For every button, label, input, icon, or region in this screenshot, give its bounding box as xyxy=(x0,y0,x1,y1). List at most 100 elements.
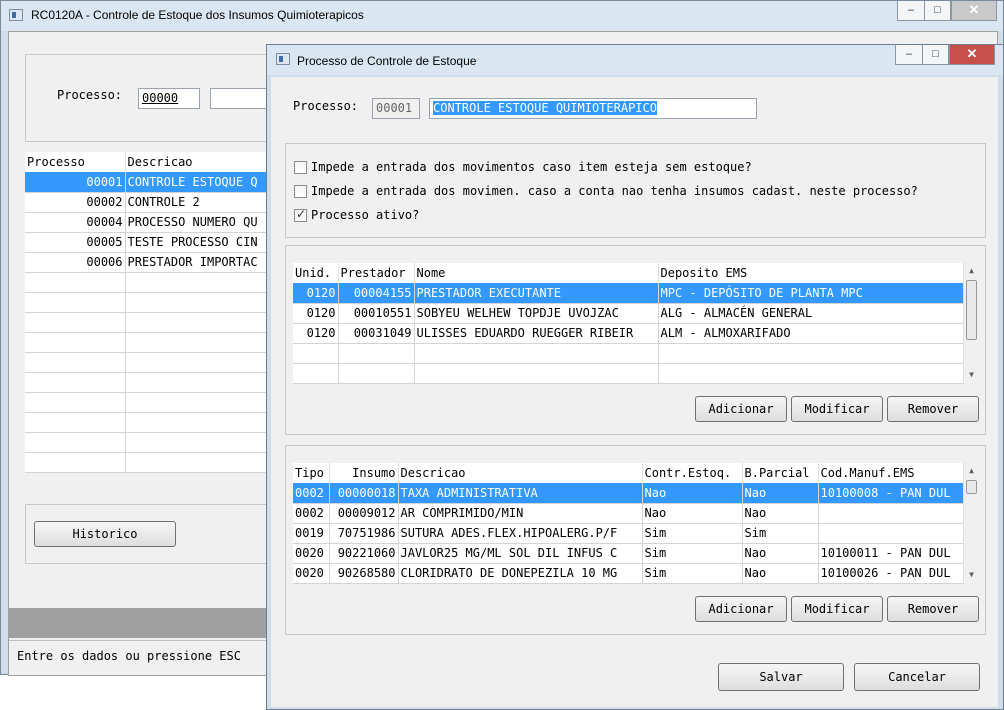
col-insumo[interactable]: Insumo xyxy=(329,463,399,483)
insumos-scrollbar[interactable]: ▲ ▼ xyxy=(963,463,979,583)
col-processo[interactable]: Processo xyxy=(25,152,126,172)
cell-tipo: 0002 xyxy=(293,483,330,504)
maximize-icon[interactable]: □ xyxy=(924,1,951,21)
cell-bparcial: Nao xyxy=(742,483,819,504)
prestadores-table[interactable]: Unid. Prestador Nome Deposito EMS 0120 00… xyxy=(293,263,964,384)
checkbox-processo-ativo[interactable] xyxy=(294,207,307,222)
cell-cod xyxy=(818,523,964,544)
table-row[interactable]: 00001 CONTROLE ESTOQUE Q xyxy=(25,172,278,193)
col-b-parcial[interactable]: B.Parcial xyxy=(742,463,819,483)
arrow-up-icon[interactable]: ▲ xyxy=(964,463,979,479)
save-button[interactable]: Salvar xyxy=(718,663,844,691)
minimize-icon[interactable]: – xyxy=(897,1,925,21)
table-row[interactable]: 0120 00031049 ULISSES EDUARDO RUEGGER RIBE… xyxy=(293,323,964,344)
prestadores-remove-button[interactable]: Remover xyxy=(887,396,979,422)
table-row-empty[interactable] xyxy=(25,452,278,473)
col-nome[interactable]: Nome xyxy=(414,263,659,283)
main-titlebar: RC0120A - Controle de Estoque dos Insumo… xyxy=(1,1,1003,31)
historico-button[interactable]: Historico xyxy=(34,521,176,547)
col-contr-estoq[interactable]: Contr.Estoq. xyxy=(642,463,743,483)
cell-prestador: 00004155 xyxy=(338,283,415,304)
checkbox-insumos-cadast[interactable] xyxy=(294,185,307,198)
cell-cod: 10100011 - PAN DUL xyxy=(818,543,964,564)
dialog-title: Processo de Controle de Estoque xyxy=(297,54,477,68)
table-row[interactable]: 0120 00010551 SOBYEU WELHEW TOPDJE UVOJZAC… xyxy=(293,303,964,324)
window-icon xyxy=(9,9,23,21)
options-group: Impede a entrada dos movimentos caso ite… xyxy=(285,143,986,238)
cell-unid: 0120 xyxy=(293,303,339,324)
col-descricao[interactable]: Descricao xyxy=(398,463,643,483)
table-row[interactable]: 0002 00009012 AR COMPRIMIDO/MIN Nao Nao xyxy=(293,503,964,524)
cell-unid: 0120 xyxy=(293,323,339,344)
cell-descricao: TAXA ADMINISTRATIVA xyxy=(398,483,643,504)
prestadores-modify-button[interactable]: Modificar xyxy=(791,396,883,422)
table-row-empty[interactable] xyxy=(25,372,278,393)
table-row[interactable]: 00005 TESTE PROCESSO CIN xyxy=(25,232,278,253)
insumos-modify-button[interactable]: Modificar xyxy=(791,596,883,622)
cell-bparcial: Sim xyxy=(742,523,819,544)
col-prestador[interactable]: Prestador xyxy=(338,263,415,283)
cell-tipo: 0020 xyxy=(293,563,330,584)
col-tipo[interactable]: Tipo xyxy=(293,463,330,483)
scroll-thumb[interactable] xyxy=(966,280,977,340)
checkbox-sem-estoque-label: Impede a entrada dos movimentos caso ite… xyxy=(311,160,752,174)
insumos-table[interactable]: Tipo Insumo Descricao Contr.Estoq. B.Par… xyxy=(293,463,964,584)
insumos-remove-button[interactable]: Remover xyxy=(887,596,979,622)
table-row-empty[interactable] xyxy=(25,292,278,313)
cell-insumo: 00009012 xyxy=(329,503,399,524)
table-row-empty[interactable] xyxy=(293,343,964,364)
checkbox-insumos-cadast-label: Impede a entrada dos movimen. caso a con… xyxy=(311,184,918,198)
close-icon[interactable]: ✕ xyxy=(949,45,995,65)
arrow-up-icon[interactable]: ▲ xyxy=(964,263,979,279)
close-icon[interactable]: ✕ xyxy=(951,1,997,21)
table-row[interactable]: 0020 90221060 JAVLOR25 MG/ML SOL DIL INFUS… xyxy=(293,543,964,564)
dialog-process-desc[interactable]: CONTROLE ESTOQUE QUIMIOTERÁPICO xyxy=(429,98,757,119)
table-row-empty[interactable] xyxy=(25,352,278,373)
arrow-down-icon[interactable]: ▼ xyxy=(964,567,979,583)
table-row-empty[interactable] xyxy=(25,412,278,433)
main-process-table[interactable]: Processo Descricao 00001 CONTROLE ESTOQUE… xyxy=(25,152,278,473)
col-deposito[interactable]: Deposito EMS xyxy=(658,263,964,283)
table-row[interactable]: 00004 PROCESSO NUMERO QU xyxy=(25,212,278,233)
table-row-empty[interactable] xyxy=(293,363,964,384)
cell-bparcial: Nao xyxy=(742,543,819,564)
table-row-empty[interactable] xyxy=(25,432,278,453)
col-cod-manuf[interactable]: Cod.Manuf.EMS xyxy=(818,463,964,483)
table-row-empty[interactable] xyxy=(25,332,278,353)
table-row-empty[interactable] xyxy=(25,392,278,413)
cell-insumo: 90221060 xyxy=(329,543,399,564)
table-row[interactable]: 0002 00000018 TAXA ADMINISTRATIVA Nao Nao 101… xyxy=(293,483,964,504)
scroll-thumb[interactable] xyxy=(966,480,977,494)
maximize-icon[interactable]: □ xyxy=(922,45,949,65)
cell-contr: Nao xyxy=(642,503,743,524)
dialog-titlebar: Processo de Controle de Estoque – □ ✕ xyxy=(267,45,1003,75)
col-unid[interactable]: Unid. xyxy=(293,263,339,283)
table-row[interactable]: 0020 90268580 CLORIDRATO DE DONEPEZILA 10 … xyxy=(293,563,964,584)
cell-nome: SOBYEU WELHEW TOPDJE UVOJZAC xyxy=(414,303,659,324)
cell-code: 00005 xyxy=(25,232,126,253)
status-text: Entre os dados ou pressione ESC xyxy=(17,649,241,663)
cell-contr: Nao xyxy=(642,483,743,504)
cell-cod: 10100026 - PAN DUL xyxy=(818,563,964,584)
table-row[interactable]: 0120 00004155 PRESTADOR EXECUTANTE MPC - DE… xyxy=(293,283,964,304)
cell-unid: 0120 xyxy=(293,283,339,304)
col-descricao[interactable]: Descricao xyxy=(125,152,278,172)
table-row-empty[interactable] xyxy=(25,272,278,293)
main-process-label: Processo: xyxy=(57,88,123,102)
table-row[interactable]: 00002 CONTROLE 2 xyxy=(25,192,278,213)
checkbox-sem-estoque[interactable] xyxy=(294,161,307,174)
cancel-button[interactable]: Cancelar xyxy=(854,663,980,691)
prestadores-add-button[interactable]: Adicionar xyxy=(695,396,787,422)
main-process-input[interactable]: 00000 xyxy=(138,88,200,109)
insumos-add-button[interactable]: Adicionar xyxy=(695,596,787,622)
table-row-empty[interactable] xyxy=(25,312,278,333)
prestadores-scrollbar[interactable]: ▲ ▼ xyxy=(963,263,979,383)
cell-contr: Sim xyxy=(642,563,743,584)
cell-prestador: 00031049 xyxy=(338,323,415,344)
dialog-process-label: Processo: xyxy=(293,99,359,113)
arrow-down-icon[interactable]: ▼ xyxy=(964,367,979,383)
table-row[interactable]: 0019 70751986 SUTURA ADES.FLEX.HIPOALERG.P… xyxy=(293,523,964,544)
dialog-window: Processo de Controle de Estoque – □ ✕ Pr… xyxy=(266,44,1004,710)
table-row[interactable]: 00006 PRESTADOR IMPORTAC xyxy=(25,252,278,273)
minimize-icon[interactable]: – xyxy=(895,45,923,65)
